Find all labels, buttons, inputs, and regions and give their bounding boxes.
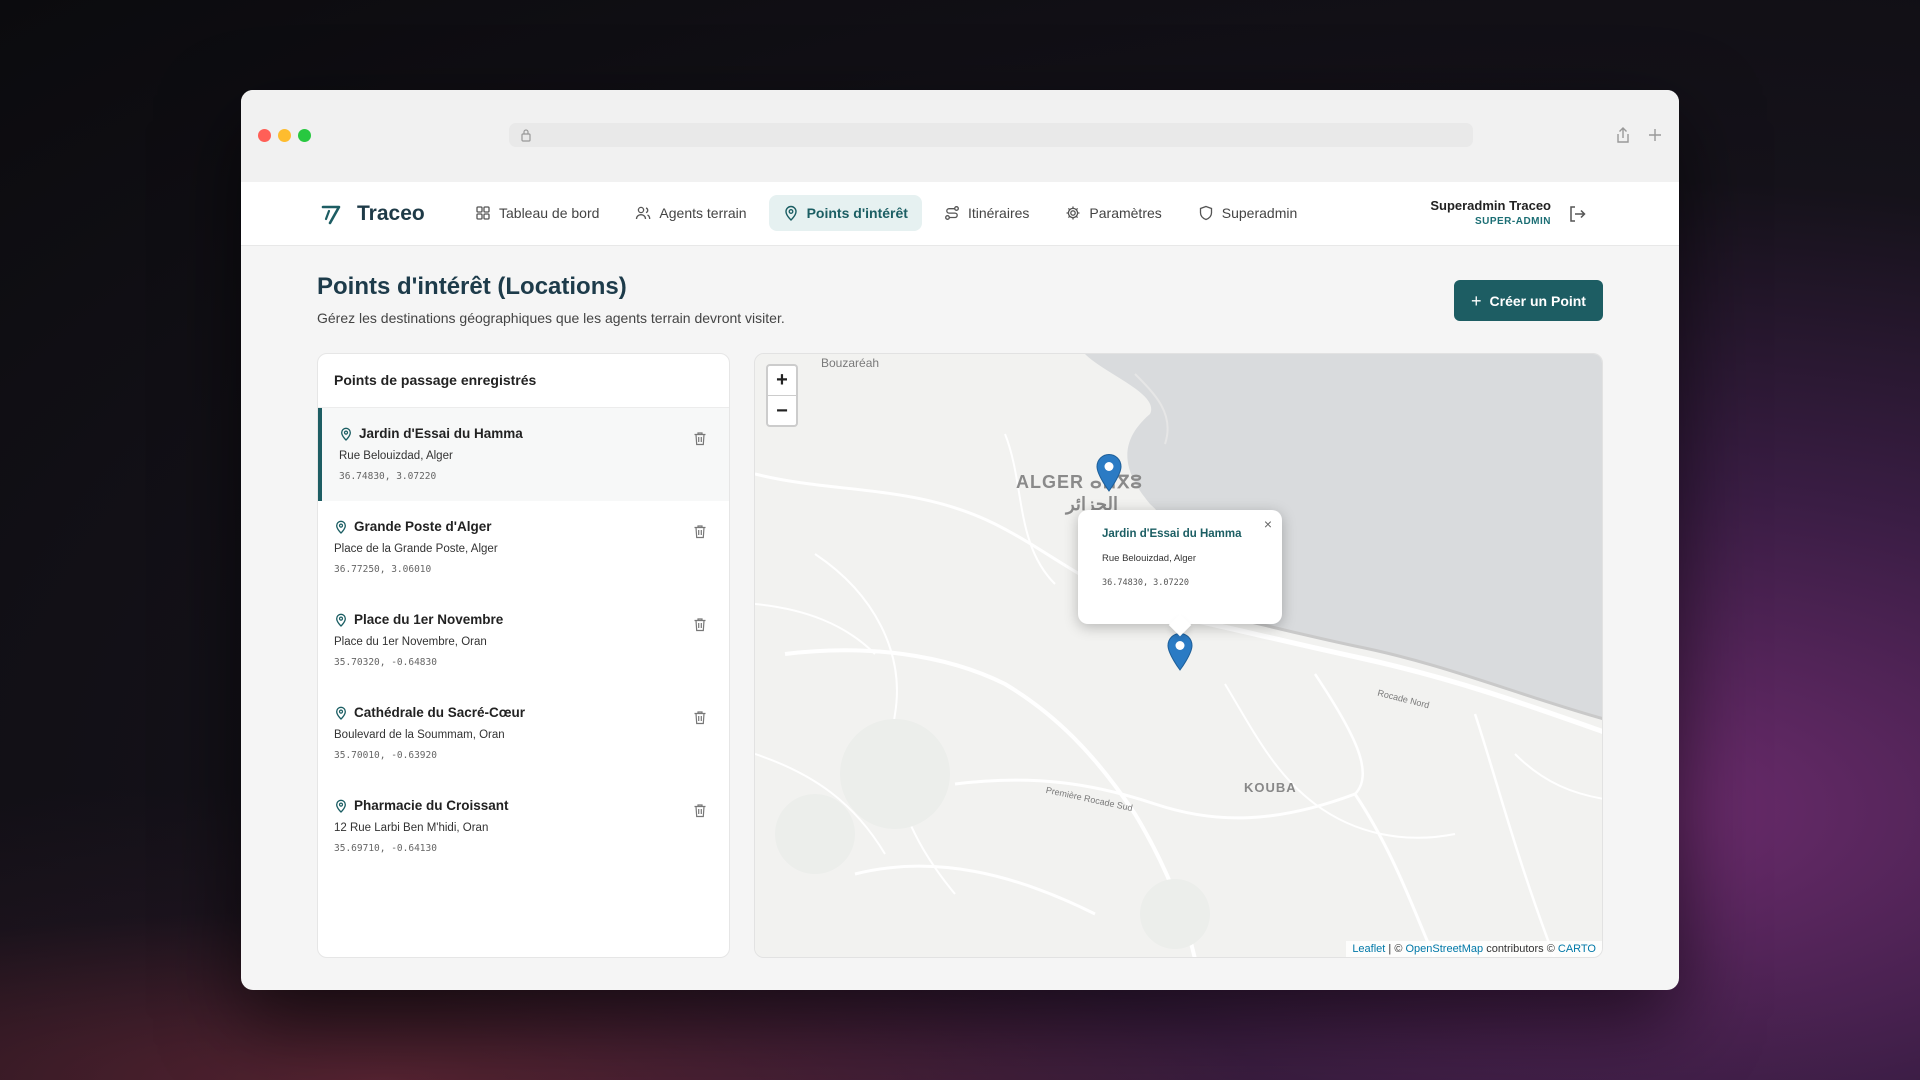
map-attribution: Leaflet | © OpenStreetMap contributors ©… — [1346, 941, 1602, 957]
popup-title: Jardin d'Essai du Hamma — [1102, 528, 1242, 540]
users-icon — [636, 206, 651, 220]
point-name: Pharmacie du Croissant — [354, 798, 509, 813]
user-role-badge: SUPER-ADMIN — [1474, 216, 1551, 227]
zoom-in-button[interactable]: + — [768, 366, 796, 396]
route-icon — [944, 206, 959, 220]
user-name: Superadmin Traceo — [1430, 198, 1551, 213]
point-address: 12 Rue Larbi Ben M'hidi, Oran — [334, 822, 489, 834]
map-view[interactable]: + − Bouzaréah ALGER ⴰⵍⴳⵓ الجزائر KOUBA R… — [754, 353, 1603, 958]
create-point-button[interactable]: + Créer un Point — [1454, 280, 1603, 321]
list-item[interactable]: Place du 1er Novembre Place du 1er Novem… — [318, 594, 729, 687]
map-pin-icon — [784, 205, 797, 221]
nav-label: Tableau de bord — [499, 205, 600, 221]
nav-label: Itinéraires — [967, 205, 1030, 221]
zoom-out-button[interactable]: − — [768, 396, 796, 426]
point-coords: 35.70010, -0.63920 — [334, 750, 437, 761]
nav-label: Agents terrain — [659, 205, 747, 221]
leaflet-link[interactable]: Leaflet — [1352, 943, 1385, 955]
user-info: Superadmin Traceo SUPER-ADMIN — [1430, 198, 1551, 227]
nav-label: Superadmin — [1221, 205, 1298, 221]
popup-address: Rue Belouizdad, Alger — [1102, 553, 1197, 564]
page-title: Points d'intérêt (Locations) — [317, 273, 627, 300]
popup-close-icon[interactable]: × — [1264, 516, 1272, 532]
main-nav: Tableau de bord Agents terrain Points d'… — [461, 194, 1319, 232]
list-item[interactable]: Jardin d'Essai du Hamma Rue Belouizdad, … — [318, 408, 729, 501]
point-name: Jardin d'Essai du Hamma — [359, 426, 523, 441]
list-item[interactable]: Cathédrale du Sacré-Cœur Boulevard de la… — [318, 687, 729, 780]
zoom-control: + − — [766, 364, 798, 427]
share-icon[interactable] — [1614, 126, 1632, 144]
attribution-text: contributors © — [1483, 943, 1558, 955]
trash-icon[interactable] — [693, 524, 707, 539]
nav-label: Paramètres — [1089, 205, 1162, 221]
map-label-bouzareah: Bouzaréah — [821, 356, 880, 370]
point-coords: 36.77250, 3.06010 — [334, 564, 432, 575]
new-tab-icon[interactable] — [1646, 126, 1664, 144]
nav-label: Points d'intérêt — [806, 205, 908, 221]
trash-icon[interactable] — [693, 803, 707, 818]
address-bar[interactable] — [509, 123, 1473, 147]
map-marker-icon[interactable] — [1096, 454, 1122, 492]
point-address: Place du 1er Novembre, Oran — [334, 636, 487, 648]
page-subtitle: Gérez les destinations géographiques que… — [317, 310, 785, 326]
map-pin-icon — [341, 427, 351, 441]
browser-titlebar — [241, 90, 1679, 182]
browser-window: Traceo Tableau de bord Agents terrain Po… — [241, 90, 1679, 990]
grid-icon — [476, 206, 490, 220]
point-coords: 35.69710, -0.64130 — [334, 843, 437, 854]
attribution-separator: | © — [1385, 943, 1406, 955]
minimize-window-button[interactable] — [278, 129, 291, 142]
points-list-header: Points de passage enregistrés — [318, 354, 729, 408]
point-coords: 36.74830, 3.07220 — [339, 471, 437, 482]
map-pin-icon — [336, 706, 346, 720]
map-pin-icon — [336, 799, 346, 813]
brand-name: Traceo — [357, 202, 425, 225]
plus-icon: + — [1471, 290, 1482, 311]
point-name: Place du 1er Novembre — [354, 612, 504, 627]
carto-link[interactable]: CARTO — [1558, 943, 1596, 955]
point-name: Grande Poste d'Alger — [354, 519, 492, 534]
point-address: Boulevard de la Soummam, Oran — [334, 729, 505, 741]
trash-icon[interactable] — [693, 431, 707, 446]
map-pin-icon — [336, 520, 346, 534]
traceo-logo-icon — [321, 205, 341, 225]
map-marker-icon[interactable] — [1167, 633, 1193, 671]
close-window-button[interactable] — [258, 129, 271, 142]
point-name: Cathédrale du Sacré-Cœur — [354, 705, 526, 720]
nav-item-settings[interactable]: Paramètres — [1051, 195, 1175, 231]
shield-icon — [1199, 205, 1212, 221]
gear-icon — [1066, 206, 1080, 220]
nav-item-points[interactable]: Points d'intérêt — [768, 195, 922, 231]
nav-item-agents[interactable]: Agents terrain — [621, 195, 760, 231]
maximize-window-button[interactable] — [298, 129, 311, 142]
trash-icon[interactable] — [693, 617, 707, 632]
map-popup: × Jardin d'Essai du Hamma Rue Belouizdad… — [1078, 510, 1282, 624]
logout-icon[interactable] — [1567, 204, 1587, 224]
create-point-label: Créer un Point — [1489, 292, 1586, 309]
map-pin-icon — [336, 613, 346, 627]
points-list-panel: Points de passage enregistrés Jardin d'E… — [317, 353, 730, 958]
lock-icon — [521, 129, 531, 142]
trash-icon[interactable] — [693, 710, 707, 725]
popup-coords: 36.74830, 3.07220 — [1102, 578, 1189, 588]
point-address: Rue Belouizdad, Alger — [339, 450, 453, 462]
list-item[interactable]: Grande Poste d'Alger Place de la Grande … — [318, 501, 729, 594]
osm-link[interactable]: OpenStreetMap — [1405, 943, 1483, 955]
top-navbar: Traceo Tableau de bord Agents terrain Po… — [241, 182, 1679, 246]
map-label-kouba: KOUBA — [1244, 780, 1297, 795]
list-item[interactable]: Pharmacie du Croissant 12 Rue Larbi Ben … — [318, 780, 729, 873]
point-address: Place de la Grande Poste, Alger — [334, 543, 498, 555]
nav-item-superadmin[interactable]: Superadmin — [1184, 195, 1312, 231]
nav-item-routes[interactable]: Itinéraires — [930, 195, 1043, 231]
nav-item-dashboard[interactable]: Tableau de bord — [461, 195, 613, 231]
map-label-alger: ALGER ⴰⵍⴳⵓ — [1016, 472, 1143, 492]
point-coords: 35.70320, -0.64830 — [334, 657, 437, 668]
brand[interactable]: Traceo — [319, 200, 425, 228]
